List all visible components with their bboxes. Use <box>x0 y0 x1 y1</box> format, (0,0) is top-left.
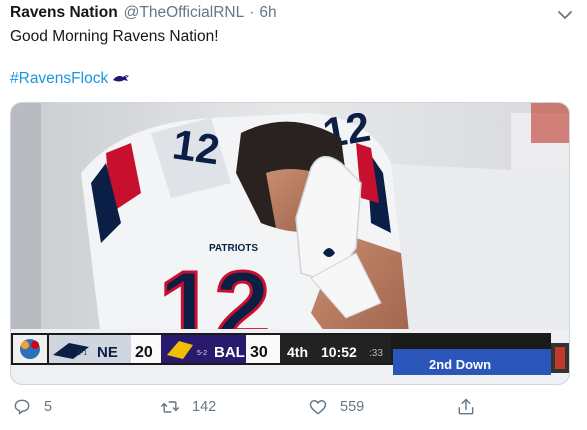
tweet-actions: 5 142 559 <box>0 397 587 427</box>
hashtag-line: #RavensFlock <box>10 70 130 88</box>
scorebug-away-team: NE <box>97 344 118 361</box>
scorebug-home-team: BAL <box>214 344 245 361</box>
hashtag-link[interactable]: #RavensFlock <box>10 70 108 88</box>
tweet-header: Ravens Nation @TheOfficialRNL · 6h <box>10 4 277 24</box>
scorebug-play-clock: :33 <box>369 348 383 359</box>
scorebug-away-record: 3-1 <box>77 350 87 357</box>
like-button[interactable]: 559 <box>308 397 364 417</box>
reply-button[interactable]: 5 <box>12 397 52 417</box>
chevron-down-icon[interactable] <box>557 8 573 22</box>
author-handle[interactable]: @TheOfficialRNL <box>124 4 245 22</box>
heart-icon <box>309 400 327 415</box>
tweet-card: Ravens Nation @TheOfficialRNL · 6h Good … <box>0 0 587 430</box>
photo-illustration: 12 12 PATRIOTS 12 3-1 NE 20 5-2 BAL 30 4… <box>11 103 569 384</box>
retweet-count: 142 <box>192 399 217 415</box>
share-icon <box>458 398 474 415</box>
comment-icon <box>14 399 30 415</box>
author-name[interactable]: Ravens Nation <box>10 4 118 22</box>
retweet-icon <box>160 401 180 413</box>
shoulder-number-left: 12 <box>170 120 223 173</box>
scorebug-home-score: 30 <box>250 344 268 361</box>
like-count: 559 <box>340 399 365 415</box>
scorebug-home-record: 5-2 <box>197 350 207 357</box>
tweet-timestamp[interactable]: 6h <box>259 4 276 22</box>
raven-emoji-icon <box>113 75 130 82</box>
retweet-button[interactable]: 142 <box>160 397 216 417</box>
scorebug-down: 2nd Down <box>429 357 491 372</box>
scorebug-away-score: 20 <box>135 344 153 361</box>
scorebug-quarter: 4th <box>287 344 308 360</box>
reply-count: 5 <box>44 399 53 415</box>
share-button[interactable] <box>456 397 488 417</box>
tweet-media-photo[interactable]: 12 12 PATRIOTS 12 3-1 NE 20 5-2 BAL 30 4… <box>10 102 570 385</box>
separator-dot: · <box>249 4 255 21</box>
tweet-text: Good Morning Ravens Nation! <box>10 28 219 45</box>
scorebug-clock: 10:52 <box>321 344 357 360</box>
